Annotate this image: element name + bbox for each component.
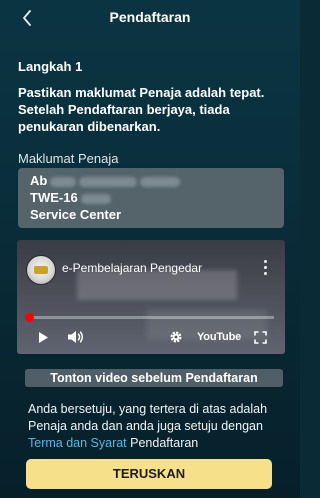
page-title: Pendaftaran bbox=[109, 9, 191, 25]
sponsor-id-row: TWE-16 bbox=[30, 189, 272, 206]
registration-screen: Pendaftaran Langkah 1 Pastikan maklumat … bbox=[0, 0, 300, 498]
youtube-logo[interactable]: YouTube bbox=[197, 328, 241, 346]
video-title[interactable]: e-Pembelajaran Pengedar bbox=[62, 261, 252, 275]
sponsor-name-row: Ab bbox=[30, 172, 272, 189]
terms-link[interactable]: Terma dan Syarat bbox=[28, 436, 127, 450]
fullscreen-button[interactable] bbox=[251, 328, 269, 346]
video-player[interactable]: e-Pembelajaran Pengedar YouTube bbox=[17, 240, 285, 354]
channel-logo-icon[interactable] bbox=[26, 255, 56, 285]
volume-icon bbox=[68, 331, 84, 343]
header: Pendaftaran bbox=[0, 0, 300, 38]
youtube-label: YouTube bbox=[196, 331, 242, 343]
gear-icon bbox=[170, 331, 182, 343]
instruction-text: Pastikan maklumat Penaja adalah tepat. S… bbox=[18, 85, 265, 134]
play-button[interactable] bbox=[35, 328, 51, 346]
watch-video-notice: Tonton video sebelum Pendaftaran bbox=[25, 369, 283, 387]
play-icon bbox=[38, 331, 48, 343]
redacted-text bbox=[79, 176, 138, 187]
redacted-text bbox=[80, 193, 111, 204]
settings-button[interactable] bbox=[167, 328, 185, 346]
sponsor-name: Ab bbox=[30, 173, 48, 188]
sponsor-center: Service Center bbox=[30, 207, 122, 222]
continue-button[interactable]: TERUSKAN bbox=[26, 459, 272, 489]
redacted-text bbox=[140, 176, 181, 187]
step-label: Langkah 1 bbox=[18, 59, 83, 74]
video-progress-bar[interactable] bbox=[28, 316, 274, 319]
more-vertical-icon[interactable] bbox=[257, 256, 273, 278]
sponsor-info-card: Ab TWE-16 Service Center bbox=[18, 168, 284, 228]
fullscreen-icon bbox=[253, 330, 267, 344]
redacted-text bbox=[50, 176, 77, 187]
agreement-text-after: Pendaftaran bbox=[126, 436, 199, 450]
agreement-text: Anda bersetuju, yang tertera di atas ada… bbox=[28, 401, 290, 452]
volume-button[interactable] bbox=[65, 328, 87, 346]
sponsor-section-label: Maklumat Penaja bbox=[18, 151, 119, 166]
agreement-text-before: Anda bersetuju, yang tertera di atas ada… bbox=[28, 402, 268, 433]
video-scrubber-handle[interactable] bbox=[25, 313, 34, 322]
sponsor-id: TWE-16 bbox=[30, 190, 78, 205]
